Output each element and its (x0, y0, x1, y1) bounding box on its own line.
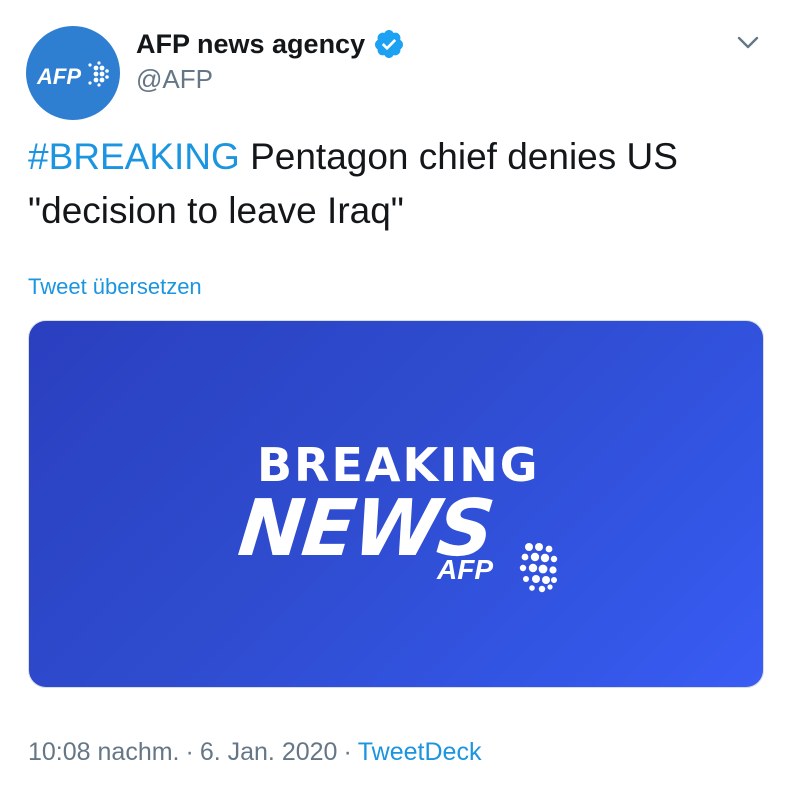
afp-globe-icon (519, 543, 558, 593)
breaking-news-graphic: BREAKING NEWS AFP (234, 438, 558, 593)
hashtag-link[interactable]: #BREAKING (28, 136, 240, 177)
tweet-date[interactable]: 6. Jan. 2020 (200, 738, 338, 766)
author-name-row[interactable]: AFP news agency (136, 28, 405, 60)
tweet-text: #BREAKING Pentagon chief denies US "deci… (28, 130, 758, 238)
display-name[interactable]: AFP news agency (136, 28, 365, 60)
translate-tweet-link[interactable]: Tweet übersetzen (28, 272, 202, 302)
avatar[interactable]: AFP (26, 26, 120, 120)
author-handle[interactable]: @AFP (136, 64, 213, 94)
verified-badge-icon (375, 30, 404, 58)
chevron-down-icon[interactable] (732, 26, 764, 58)
media-image[interactable]: BREAKING NEWS AFP (28, 320, 764, 688)
tweet-source-link[interactable]: TweetDeck (358, 738, 482, 766)
meta-separator-2: · (343, 738, 352, 766)
tweet-time[interactable]: 10:08 nachm. (28, 738, 180, 766)
afp-logo-icon: AFP (36, 61, 109, 89)
avatar-logo-text: AFP (36, 64, 81, 89)
meta-separator: · (185, 738, 194, 766)
tweet-card: AFP AFP news agency @AFP #BREAKING Penta… (0, 0, 785, 795)
tweet-meta: 10:08 nachm. · 6. Jan. 2020 · TweetDeck (28, 734, 481, 770)
media-logo-text: AFP (436, 554, 493, 585)
